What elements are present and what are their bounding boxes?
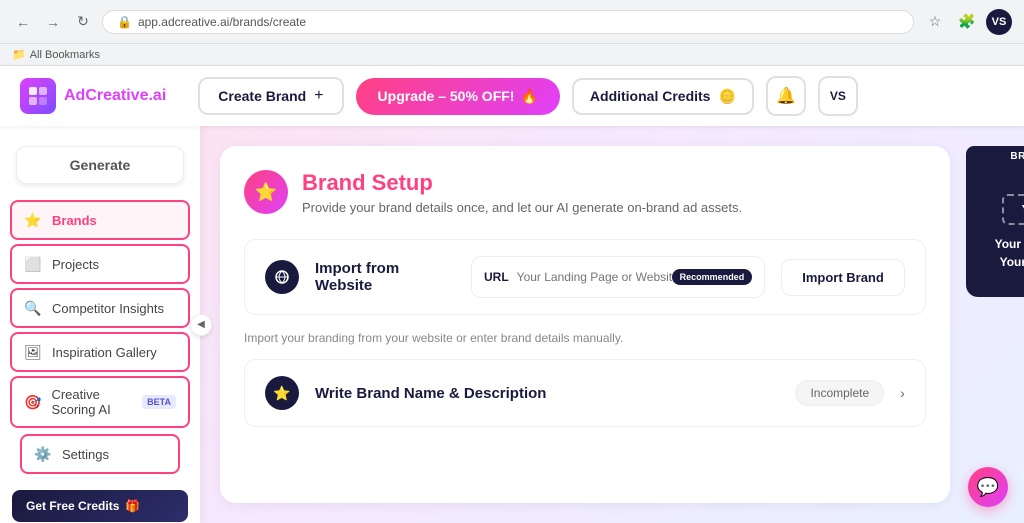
app-wrapper: AdCreative.ai Create Brand + Upgrade – 5… bbox=[0, 66, 1024, 523]
brand-setup-header: ⭐ Brand Setup Provide your brand details… bbox=[244, 170, 926, 215]
sidebar-item-brands[interactable]: ⭐ Brands bbox=[10, 200, 190, 240]
import-brand-label: Import Brand bbox=[802, 270, 884, 285]
settings-label: Settings bbox=[62, 447, 109, 462]
additional-credits-label: Additional Credits bbox=[590, 88, 711, 104]
write-brand-icon: ⭐ bbox=[265, 376, 299, 410]
app-body: Generate ⭐ Brands ⬜ Projects 🔍 Competito… bbox=[0, 126, 1024, 523]
logo-area: AdCreative.ai bbox=[20, 78, 166, 114]
gift-icon: 🎁 bbox=[125, 499, 140, 513]
browser-chrome: ← → ↻ 🔒 app.adcreative.ai/brands/create … bbox=[0, 0, 1024, 44]
main-content: ⭐ Brand Setup Provide your brand details… bbox=[200, 126, 1024, 523]
chat-bubble-button[interactable]: 💬 bbox=[968, 467, 1008, 507]
incomplete-label: Incomplete bbox=[810, 386, 869, 400]
vs-button[interactable]: VS bbox=[818, 76, 858, 116]
address-bar[interactable]: 🔒 app.adcreative.ai/brands/create bbox=[102, 10, 914, 34]
logo-icon bbox=[20, 78, 56, 114]
sidebar-item-competitor-insights[interactable]: 🔍 Competitor Insights bbox=[10, 288, 190, 328]
app-header: AdCreative.ai Create Brand + Upgrade – 5… bbox=[0, 66, 1024, 126]
brand-setup-panel: ⭐ Brand Setup Provide your brand details… bbox=[220, 146, 950, 503]
url-input[interactable] bbox=[517, 270, 672, 284]
vs-label: VS bbox=[830, 89, 846, 103]
branding-preview-label: BRANDING PREVIEW bbox=[966, 146, 1024, 167]
import-brand-button[interactable]: Import Brand bbox=[781, 259, 905, 296]
get-credits-label: Get Free Credits bbox=[26, 499, 119, 513]
brands-label: Brands bbox=[52, 213, 97, 228]
logo-brand: Creative bbox=[85, 87, 148, 104]
logo-pre: Ad bbox=[64, 87, 85, 104]
preview-headline-line2: Your punchline is here! bbox=[995, 253, 1024, 271]
create-brand-button[interactable]: Create Brand + bbox=[198, 77, 343, 115]
import-section-icon bbox=[265, 260, 299, 294]
profile-button[interactable]: VS bbox=[986, 9, 1012, 35]
chat-icon: 💬 bbox=[977, 477, 999, 498]
sidebar-bottom: Get Free Credits 🎁 Trial Plan bbox=[0, 480, 200, 523]
projects-label: Projects bbox=[52, 257, 99, 272]
settings-icon: ⚙️ bbox=[34, 445, 52, 463]
bell-icon: 🔔 bbox=[776, 86, 796, 106]
back-button[interactable]: ← bbox=[12, 11, 34, 33]
logo-text: AdCreative.ai bbox=[64, 87, 166, 105]
forward-button[interactable]: → bbox=[42, 11, 64, 33]
coins-icon: 🪙 bbox=[718, 88, 735, 105]
incomplete-badge: Incomplete bbox=[795, 380, 884, 406]
branding-preview-card: YOUR LOGO Your main headline here! Your … bbox=[966, 167, 1024, 297]
beta-badge: BETA bbox=[142, 395, 176, 409]
brand-setup-text: Brand Setup Provide your brand details o… bbox=[302, 170, 742, 215]
competitor-insights-label: Competitor Insights bbox=[52, 301, 164, 316]
lock-icon: 🔒 bbox=[117, 15, 132, 29]
write-brand-section[interactable]: ⭐ Write Brand Name & Description Incompl… bbox=[244, 359, 926, 427]
bookmark-star-button[interactable]: ☆ bbox=[922, 9, 948, 35]
brand-setup-icon: ⭐ bbox=[244, 170, 288, 214]
recommended-badge: Recommended bbox=[672, 269, 753, 285]
sidebar-item-settings[interactable]: ⚙️ Settings bbox=[20, 434, 180, 474]
divider-text: Import your branding from your website o… bbox=[244, 331, 926, 345]
inspiration-gallery-icon: 🖼 bbox=[24, 343, 42, 361]
bookmarks-label: All Bookmarks bbox=[30, 49, 100, 61]
branding-preview-panel: BRANDING PREVIEW YOUR LOGO Your main hea… bbox=[966, 146, 1024, 503]
sidebar-item-projects[interactable]: ⬜ Projects bbox=[10, 244, 190, 284]
bookmarks-bar: 📁 All Bookmarks bbox=[0, 44, 1024, 66]
extensions-button[interactable]: 🧩 bbox=[954, 9, 980, 35]
sidebar: Generate ⭐ Brands ⬜ Projects 🔍 Competito… bbox=[0, 126, 200, 523]
brand-setup-description: Provide your brand details once, and let… bbox=[302, 200, 742, 215]
sidebar-nav: ⭐ Brands ⬜ Projects 🔍 Competitor Insight… bbox=[0, 200, 200, 428]
write-brand-title: Write Brand Name & Description bbox=[315, 385, 779, 402]
notifications-button[interactable]: 🔔 bbox=[766, 76, 806, 116]
browser-actions: ☆ 🧩 VS bbox=[922, 9, 1012, 35]
fire-icon: 🔥 bbox=[520, 88, 537, 105]
additional-credits-button[interactable]: Additional Credits 🪙 bbox=[572, 78, 754, 115]
sidebar-item-inspiration-gallery[interactable]: 🖼 Inspiration Gallery bbox=[10, 332, 190, 372]
creative-scoring-icon: 🎯 bbox=[24, 393, 41, 411]
sidebar-collapse-button[interactable]: ◀ bbox=[190, 314, 212, 336]
upgrade-label: Upgrade – 50% OFF! bbox=[378, 88, 515, 104]
get-credits-button[interactable]: Get Free Credits 🎁 bbox=[12, 490, 188, 522]
import-section-title: Import from Website bbox=[315, 260, 455, 294]
inspiration-gallery-label: Inspiration Gallery bbox=[52, 345, 157, 360]
preview-headline: Your main headline here! Your punchline … bbox=[995, 235, 1024, 271]
upgrade-button[interactable]: Upgrade – 50% OFF! 🔥 bbox=[356, 78, 560, 115]
preview-headline-line1: Your main headline here! bbox=[995, 235, 1024, 253]
generate-label: Generate bbox=[70, 157, 131, 173]
projects-icon: ⬜ bbox=[24, 255, 42, 273]
chevron-right-icon: › bbox=[900, 385, 905, 401]
url-label: URL bbox=[484, 270, 509, 284]
plus-icon: + bbox=[314, 87, 323, 105]
brand-setup-title: Brand Setup bbox=[302, 170, 742, 196]
generate-button[interactable]: Generate bbox=[16, 146, 184, 184]
competitor-insights-icon: 🔍 bbox=[24, 299, 42, 317]
import-from-website-section: Import from Website URL Recommended Impo… bbox=[244, 239, 926, 315]
address-text: app.adcreative.ai/brands/create bbox=[138, 15, 306, 29]
reload-button[interactable]: ↻ bbox=[72, 11, 94, 33]
create-brand-label: Create Brand bbox=[218, 88, 306, 104]
your-logo-box: YOUR LOGO bbox=[1002, 194, 1024, 225]
url-input-area: URL Recommended bbox=[471, 256, 765, 298]
creative-scoring-label: Creative Scoring AI bbox=[51, 387, 128, 417]
bookmarks-folder-icon: 📁 bbox=[12, 48, 26, 61]
brands-icon: ⭐ bbox=[24, 211, 42, 229]
sidebar-item-creative-scoring[interactable]: 🎯 Creative Scoring AI BETA bbox=[10, 376, 190, 428]
logo-post: .ai bbox=[148, 87, 166, 104]
